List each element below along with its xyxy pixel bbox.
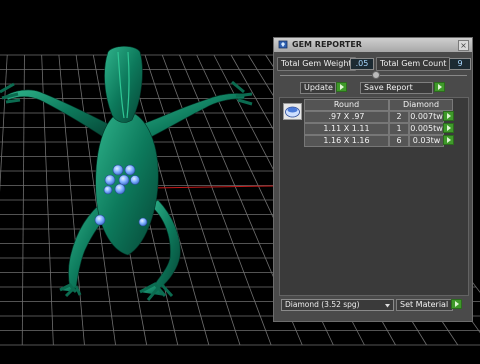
col-header-shape: Round (304, 99, 389, 111)
row-weight: 0.03tw (409, 135, 444, 147)
material-select-value: Diamond (3.52 spg) (285, 300, 360, 309)
gem-report-area: Round Diamond .97 X .97 2 0.007tw 1.11 X… (279, 97, 469, 296)
panel-title-bar[interactable]: GEM REPORTER × (274, 38, 472, 52)
gem-reporter-app-icon (278, 40, 288, 49)
save-report-go-icon[interactable] (434, 82, 445, 92)
row-size: 1.11 X 1.11 (304, 123, 389, 135)
row-weight: 0.007tw (409, 111, 444, 123)
row-go-icon[interactable] (443, 123, 454, 133)
row-count: 1 (389, 123, 409, 135)
gem-reporter-panel: GEM REPORTER × Total Gem Weight .05 Tota… (273, 37, 473, 322)
update-go-icon[interactable] (336, 82, 347, 92)
row-size: .97 X .97 (304, 111, 389, 123)
row-go-icon[interactable] (443, 135, 454, 145)
round-gem-icon (283, 103, 302, 120)
total-gem-count-label: Total Gem Count (376, 57, 451, 71)
chevron-down-icon[interactable] (384, 302, 391, 309)
total-gem-weight-label: Total Gem Weight (277, 57, 356, 71)
total-gem-weight-value: .05 (350, 58, 374, 70)
save-report-button[interactable]: Save Report (360, 82, 433, 94)
close-icon[interactable]: × (458, 40, 469, 51)
row-weight: 0.005tw (409, 123, 444, 135)
col-header-material: Diamond (389, 99, 453, 111)
row-size: 1.16 X 1.16 (304, 135, 389, 147)
set-material-button[interactable]: Set Material (396, 299, 453, 311)
set-material-go-icon[interactable] (451, 299, 462, 309)
panel-title: GEM REPORTER (292, 40, 362, 49)
update-button[interactable]: Update (300, 82, 336, 94)
row-go-icon[interactable] (443, 111, 454, 121)
row-count: 2 (389, 111, 409, 123)
row-count: 6 (389, 135, 409, 147)
report-slider-handle[interactable] (372, 71, 380, 79)
total-gem-count-value: 9 (449, 58, 471, 70)
material-select[interactable]: Diamond (3.52 spg) (281, 299, 394, 311)
